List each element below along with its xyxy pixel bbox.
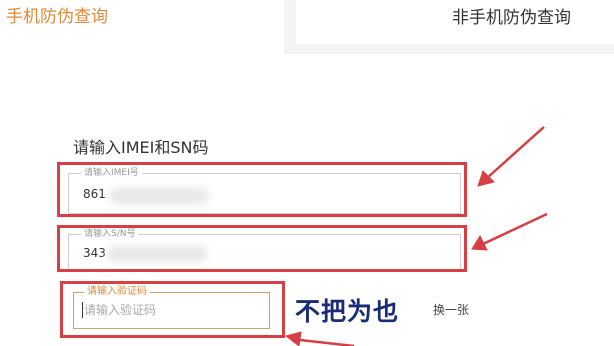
tab-bar: 手机防伪查询 非手机防伪查询 (0, 0, 614, 54)
form-heading: 请输入IMEI和SN码 (73, 138, 209, 157)
tab-phone-query[interactable]: 手机防伪查询 (6, 6, 108, 28)
imei-highlight-box (57, 162, 467, 217)
arrow-to-sn (471, 212, 548, 251)
captcha-highlight-box (60, 281, 285, 338)
arrow-to-captcha (284, 331, 355, 346)
captcha-image[interactable]: 不把为也 (295, 292, 413, 326)
sn-highlight-box (57, 225, 467, 272)
arrow-to-imei (477, 126, 545, 187)
refresh-captcha-link[interactable]: 换一张 (433, 301, 469, 318)
tab-non-phone-query[interactable]: 非手机防伪查询 (452, 7, 571, 29)
